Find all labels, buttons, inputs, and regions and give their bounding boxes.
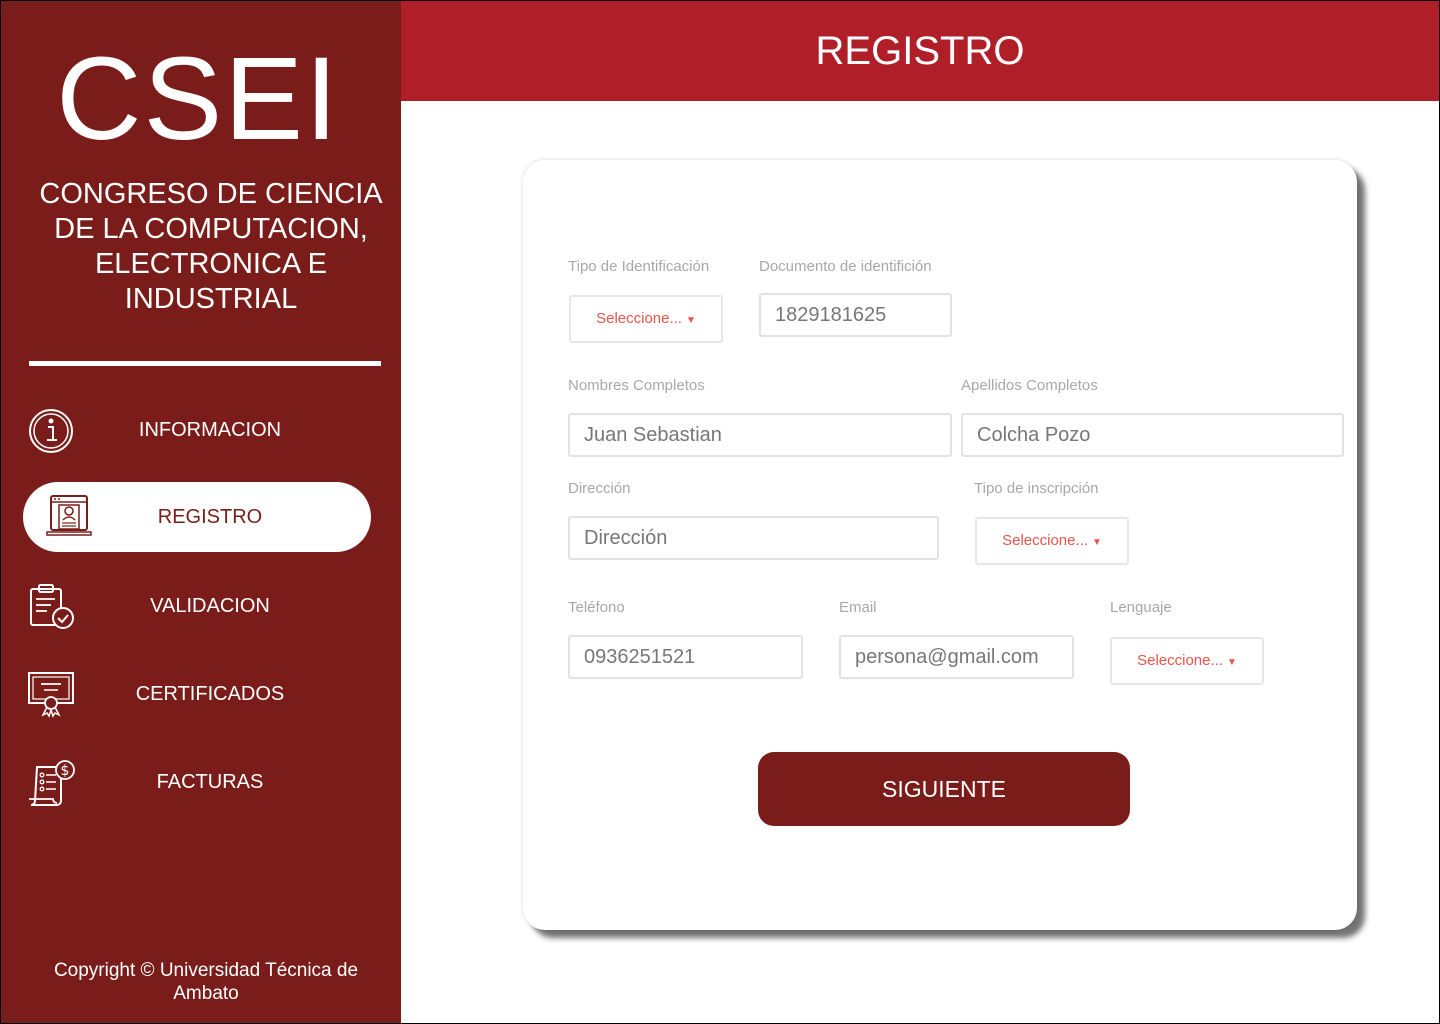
language-label: Lenguaje (1110, 599, 1172, 616)
id-type-select[interactable]: Seleccione... ▼ (569, 295, 723, 343)
page-title: REGISTRO (401, 1, 1439, 101)
next-button[interactable]: SIGUIENTE (758, 752, 1130, 826)
language-select[interactable]: Seleccione... ▼ (1110, 637, 1264, 685)
email-field[interactable]: persona@gmail.com (839, 635, 1074, 679)
first-names-field[interactable]: Juan Sebastian (568, 413, 952, 457)
sidebar-item-facturas[interactable]: $ FACTURAS (23, 747, 371, 817)
language-select-value: Seleccione... (1137, 652, 1223, 669)
sidebar-item-validacion[interactable]: VALIDACION (23, 571, 371, 641)
last-names-field[interactable]: Colcha Pozo (961, 413, 1344, 457)
id-document-field[interactable]: 1829181625 (759, 293, 952, 337)
id-type-label: Tipo de Identificación (568, 258, 710, 275)
sidebar-item-label: VALIDACION (150, 595, 270, 617)
phone-field[interactable]: 0936251521 (568, 635, 803, 679)
chevron-down-icon: ▼ (1091, 537, 1102, 548)
sidebar-item-label: REGISTRO (157, 506, 263, 528)
chevron-down-icon: ▼ (1226, 657, 1237, 668)
sidebar-item-label: CERTIFICADOS (135, 683, 285, 705)
chevron-down-icon: ▼ (685, 315, 696, 326)
registration-form-card: Tipo de Identificación Seleccione... ▼ Do… (523, 160, 1357, 930)
app-frame: CSEI CONGRESO DE CIENCIA DE LA COMPUTACI… (0, 0, 1440, 1024)
sidebar-item-label: INFORMACION (138, 419, 282, 441)
registration-type-select[interactable]: Seleccione... ▼ (975, 517, 1129, 565)
app-logo: CSEI (56, 33, 340, 165)
phone-label: Teléfono (568, 599, 625, 616)
address-field[interactable]: Dirección (568, 516, 939, 560)
sidebar-divider (29, 361, 381, 366)
sidebar-item-registro[interactable]: REGISTRO (23, 482, 371, 552)
registration-type-label: Tipo de inscripción (974, 480, 1099, 497)
first-names-label: Nombres Completos (568, 377, 705, 394)
app-subtitle: CONGRESO DE CIENCIA DE LA COMPUTACION, E… (39, 178, 383, 315)
sidebar: CSEI CONGRESO DE CIENCIA DE LA COMPUTACI… (1, 1, 401, 1023)
sidebar-item-label: FACTURAS (156, 771, 264, 793)
copyright-text: Copyright © Universidad Técnica de Ambat… (53, 960, 359, 1004)
address-label: Dirección (568, 480, 631, 497)
id-document-label: Documento de identifición (759, 258, 932, 275)
id-type-select-value: Seleccione... (596, 310, 682, 327)
sidebar-item-certificados[interactable]: CERTIFICADOS (23, 659, 371, 729)
sidebar-item-informacion[interactable]: INFORMACION (23, 395, 371, 465)
registration-type-select-value: Seleccione... (1002, 532, 1088, 549)
email-label: Email (839, 599, 877, 616)
last-names-label: Apellidos Completos (961, 377, 1098, 394)
